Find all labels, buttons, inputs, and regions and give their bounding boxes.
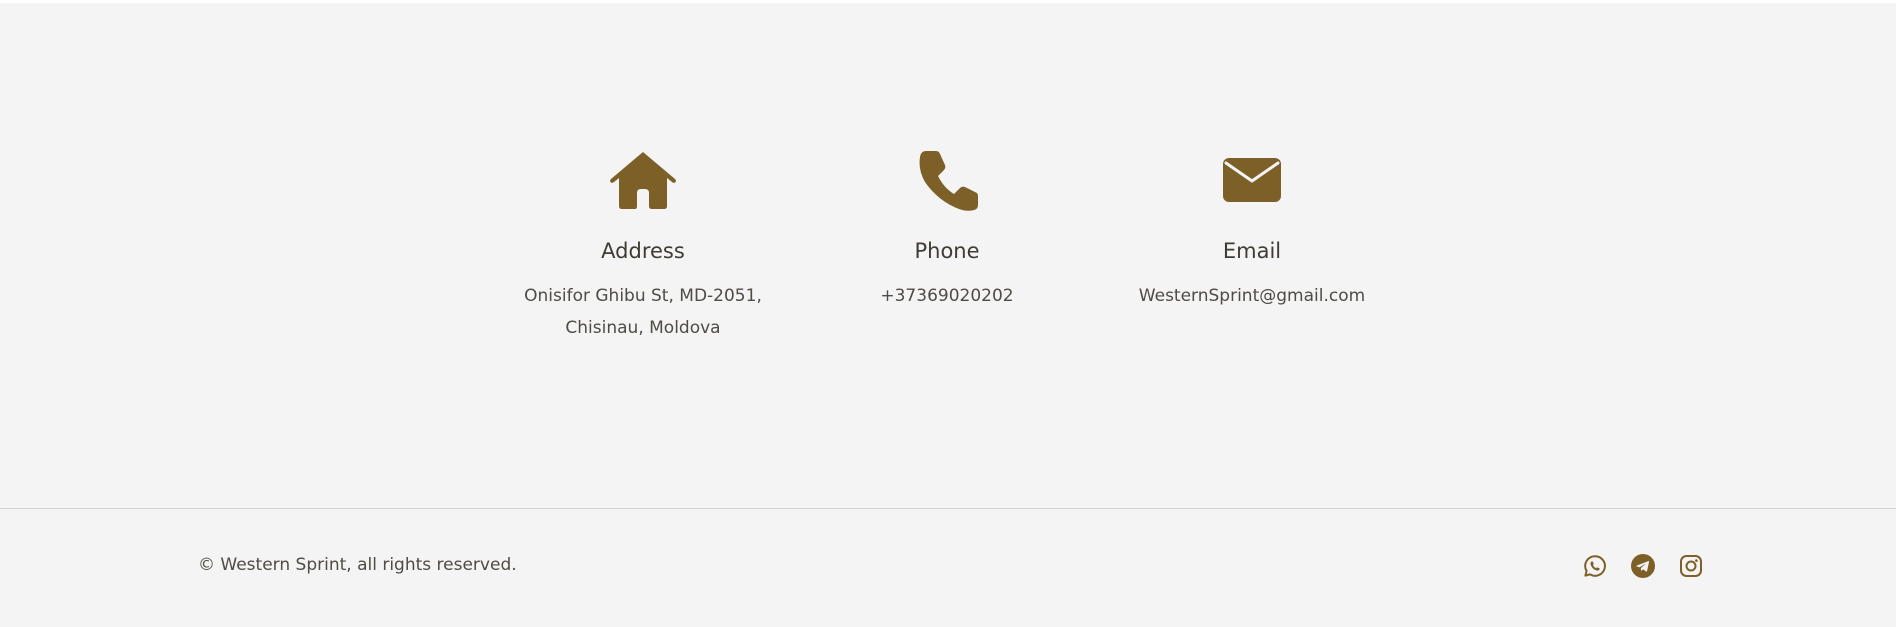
address-line-2: Chisinau, Moldova — [565, 318, 721, 338]
instagram-icon — [1680, 555, 1702, 577]
address-value: Onisifor Ghibu St, MD-2051, Chisinau, Mo… — [493, 280, 793, 344]
phone-title: Phone — [914, 239, 980, 263]
envelope-icon — [1102, 148, 1402, 212]
phone-icon — [797, 148, 1097, 212]
house-icon — [493, 148, 793, 212]
email-title: Email — [1222, 239, 1282, 263]
address-line-1: Onisifor Ghibu St, MD-2051, — [524, 286, 762, 306]
phone-value[interactable]: +37369020202 — [797, 280, 1097, 312]
phone-card: Phone +37369020202 — [797, 148, 1097, 312]
address-title: Address — [601, 239, 685, 263]
whatsapp-link[interactable] — [1583, 554, 1607, 578]
telegram-icon — [1631, 554, 1655, 578]
email-card: Email WesternSprint@gmail.com — [1102, 148, 1402, 312]
footer: © Western Sprint, all rights reserved. — [0, 509, 1896, 627]
whatsapp-icon — [1584, 555, 1606, 577]
copyright-text: © Western Sprint, all rights reserved. — [198, 555, 517, 575]
telegram-link[interactable] — [1631, 554, 1655, 578]
social-links — [1583, 554, 1703, 578]
contact-page: Address Onisifor Ghibu St, MD-2051, Chis… — [0, 3, 1896, 627]
email-value[interactable]: WesternSprint@gmail.com — [1102, 280, 1402, 312]
address-card: Address Onisifor Ghibu St, MD-2051, Chis… — [493, 148, 793, 344]
instagram-link[interactable] — [1679, 554, 1703, 578]
contact-section: Address Onisifor Ghibu St, MD-2051, Chis… — [0, 3, 1896, 508]
